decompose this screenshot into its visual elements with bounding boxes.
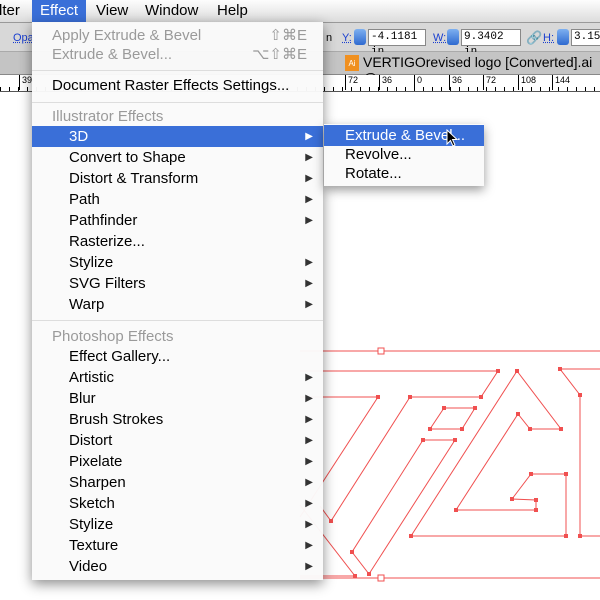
menu-item-label: Blur <box>69 390 96 407</box>
menu-item-brush-strokes[interactable]: Brush Strokes ▶ <box>32 409 323 430</box>
submenu-arrow-icon: ▶ <box>305 372 313 383</box>
menu-item-label: Convert to Shape <box>69 149 186 166</box>
menu-item-label: Video <box>69 558 108 575</box>
menu-item-distort-transform[interactable]: Distort & Transform ▶ <box>32 168 323 189</box>
menu-item-video[interactable]: Video ▶ <box>32 556 323 577</box>
submenu-arrow-icon: ▶ <box>305 152 313 163</box>
submenu-arrow-icon: ▶ <box>305 519 313 530</box>
menu-item-label: Pathfinder <box>69 212 138 229</box>
menu-item-blur[interactable]: Blur ▶ <box>32 388 323 409</box>
menu-item-label: Pixelate <box>69 453 123 470</box>
menu-item-label: Stylize <box>69 254 114 271</box>
menu-item-sketch[interactable]: Sketch ▶ <box>32 493 323 514</box>
menu-item-stylize[interactable]: Stylize ▶ <box>32 514 323 535</box>
submenu-item-rotate[interactable]: Rotate... <box>324 163 484 184</box>
submenu-arrow-icon: ▶ <box>305 498 313 509</box>
3d-submenu: Extrude & Bevel... Revolve... Rotate... <box>324 124 484 186</box>
menu-item-label: Warp <box>69 296 105 313</box>
menu-item-label: Rasterize... <box>69 233 145 250</box>
menu-item-effect-gallery[interactable]: Effect Gallery... <box>32 346 323 367</box>
submenu-arrow-icon: ▶ <box>305 435 313 446</box>
submenu-arrow-icon: ▶ <box>305 131 313 142</box>
illustrator-effects-header: Illustrator Effects <box>52 108 164 125</box>
submenu-arrow-icon: ▶ <box>305 393 313 404</box>
menu-item-path[interactable]: Path ▶ <box>32 189 323 210</box>
submenu-arrow-icon: ▶ <box>305 215 313 226</box>
menu-item-label: Effect Gallery... <box>69 348 171 365</box>
menu-item-last-effect: Extrude & Bevel... ⌥⇧⌘E <box>52 46 307 63</box>
bounding-box-handle[interactable] <box>377 574 385 582</box>
menu-item-label: 3D <box>69 128 89 145</box>
menu-item-3d[interactable]: 3D ▶ <box>32 126 323 147</box>
menu-item-label: Brush Strokes <box>69 411 164 428</box>
submenu-arrow-icon: ▶ <box>305 299 313 310</box>
menu-item-rasterize[interactable]: Rasterize... <box>32 231 323 252</box>
menu-separator <box>32 320 323 321</box>
menu-item-label: Path <box>69 191 100 208</box>
submenu-item-revolve[interactable]: Revolve... <box>324 144 484 165</box>
submenu-arrow-icon: ▶ <box>305 561 313 572</box>
menu-item-sharpen[interactable]: Sharpen ▶ <box>32 472 323 493</box>
submenu-arrow-icon: ▶ <box>305 278 313 289</box>
menu-separator <box>32 70 323 71</box>
menu-item-label: Artistic <box>69 369 114 386</box>
menu-item-svg-filters[interactable]: SVG Filters ▶ <box>32 273 323 294</box>
submenu-arrow-icon: ▶ <box>305 173 313 184</box>
menu-item-pixelate[interactable]: Pixelate ▶ <box>32 451 323 472</box>
menu-item-warp[interactable]: Warp ▶ <box>32 294 323 315</box>
menu-item-label: Distort <box>69 432 113 449</box>
mouse-pointer-icon <box>446 129 459 147</box>
submenu-arrow-icon: ▶ <box>305 477 313 488</box>
submenu-arrow-icon: ▶ <box>305 414 313 425</box>
menu-item-convert-to-shape[interactable]: Convert to Shape ▶ <box>32 147 323 168</box>
menu-item-distort[interactable]: Distort ▶ <box>32 430 323 451</box>
menu-item-label: Texture <box>69 537 119 554</box>
menu-item-document-raster-effects-settings[interactable]: Document Raster Effects Settings... <box>32 75 323 96</box>
submenu-arrow-icon: ▶ <box>305 194 313 205</box>
menu-item-label: Distort & Transform <box>69 170 199 187</box>
menu-separator <box>32 102 323 103</box>
menu-item-label: SVG Filters <box>69 275 146 292</box>
menu-item-texture[interactable]: Texture ▶ <box>32 535 323 556</box>
submenu-arrow-icon: ▶ <box>305 456 313 467</box>
effect-menu: Apply Extrude & Bevel ⇧⌘E Extrude & Bevel… <box>32 22 323 580</box>
menu-item-label: Stylize <box>69 516 114 533</box>
submenu-arrow-icon: ▶ <box>305 540 313 551</box>
photoshop-effects-header: Photoshop Effects <box>52 328 174 345</box>
menu-item-pathfinder[interactable]: Pathfinder ▶ <box>32 210 323 231</box>
menu-item-label: Sharpen <box>69 474 126 491</box>
menu-item-stylize[interactable]: Stylize ▶ <box>32 252 323 273</box>
submenu-item-extrude-bevel[interactable]: Extrude & Bevel... <box>324 125 484 146</box>
bounding-box-handle[interactable] <box>377 347 385 355</box>
submenu-arrow-icon: ▶ <box>305 257 313 268</box>
menu-item-artistic[interactable]: Artistic ▶ <box>32 367 323 388</box>
menu-item-apply-last-effect: Apply Extrude & Bevel ⇧⌘E <box>52 27 307 44</box>
menu-item-label: Sketch <box>69 495 115 512</box>
